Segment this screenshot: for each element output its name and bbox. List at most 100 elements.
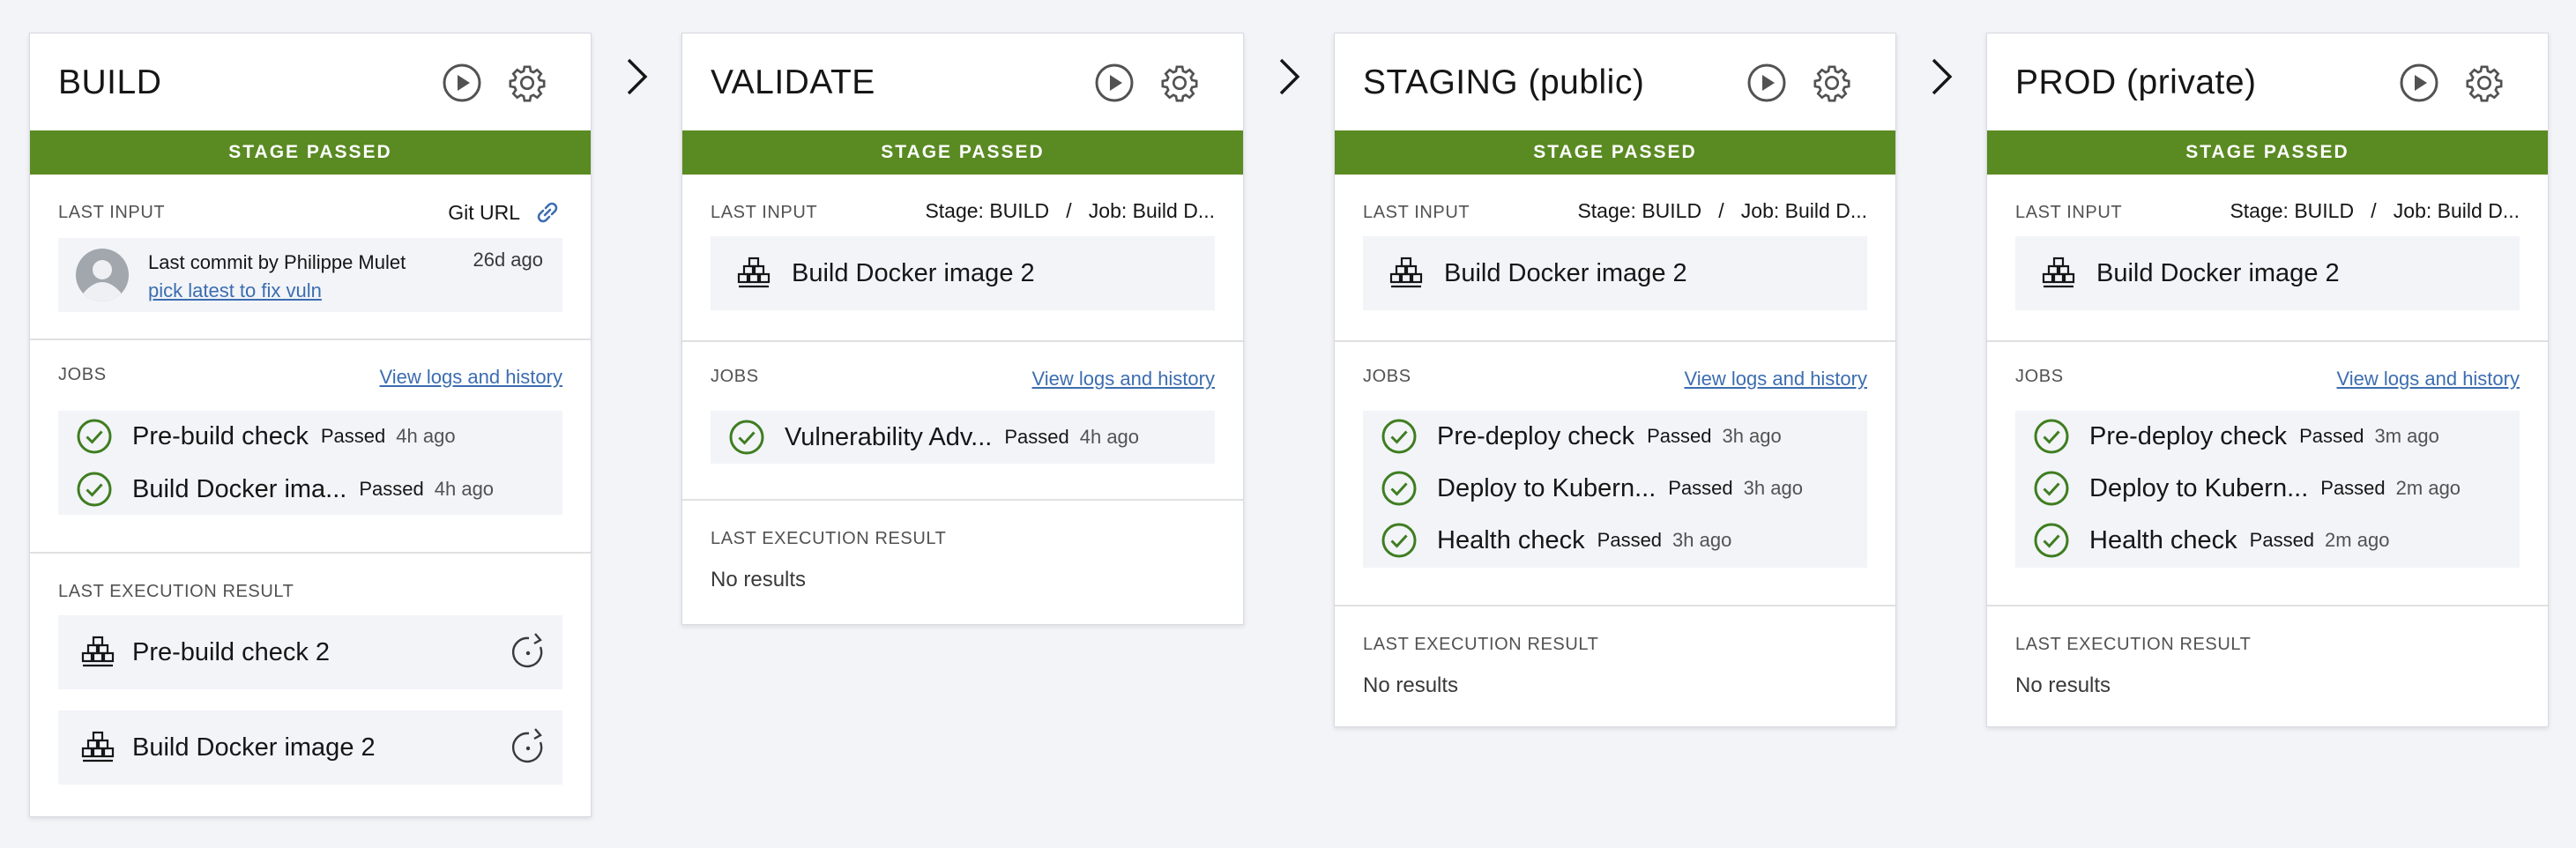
job-name: Pre-deploy check [2089,421,2288,450]
jobs-label: JOBS [2015,367,2064,386]
last-execution-label: LAST EXECUTION RESULT [1363,635,1599,654]
last-execution-label: LAST EXECUTION RESULT [711,529,947,548]
jobs-list: Pre-deploy check Passed 3m ago Deploy to… [2015,411,2520,568]
job-time: 4h ago [1079,426,1140,448]
stage-status-banner: STAGE PASSED [1987,130,2548,175]
view-logs-link[interactable]: View logs and history [2337,368,2520,391]
job-time: 4h ago [434,478,495,500]
view-logs-link[interactable]: View logs and history [1685,368,1868,391]
no-results-text: No results [2015,673,2111,697]
run-stage-button[interactable] [2398,62,2440,104]
view-logs-link[interactable]: View logs and history [1032,368,1216,391]
input-item[interactable]: Build Docker image 2 [711,236,1215,310]
stage-status-banner: STAGE PASSED [682,130,1243,175]
stage-card-prod: PROD (private) STAGE PASSED LAST INPUT S… [1986,33,2549,727]
stage-card-staging: STAGING (public) STAGE PASSED LAST INPUT… [1334,33,1896,727]
stage-card-build: BUILD STAGE PASSED LAST INPUT Git URL La… [29,33,592,817]
stage-title: PROD (private) [2015,63,2257,101]
gear-icon [509,65,546,102]
job-row[interactable]: Pre-build check Passed 4h ago [76,411,456,462]
job-row[interactable]: Pre-deploy check Passed 3h ago [1381,411,1782,462]
job-time: 3h ago [1743,477,1803,499]
jobs-label: JOBS [1363,367,1411,386]
job-row[interactable]: Deploy to Kubern... Passed 3h ago [1381,463,1803,514]
job-name: Deploy to Kubern... [1437,473,1657,502]
run-stage-button[interactable] [1746,62,1788,104]
configure-stage-button[interactable] [506,62,548,104]
check-circle-icon [729,420,764,455]
result-name: Build Docker image 2 [132,733,376,762]
result-item[interactable]: Build Docker image 2 [58,710,562,785]
no-results-text: No results [1363,673,1459,697]
job-name: Health check [2089,525,2237,554]
jobs-section: JOBS View logs and history Pre-build che… [30,340,591,554]
stacked-blocks-icon [737,257,771,288]
job-name: Deploy to Kubern... [2089,473,2309,502]
play-icon [2400,63,2438,102]
avatar [76,249,129,301]
check-circle-icon [77,419,112,454]
stage-title: VALIDATE [711,63,875,101]
stage-title: BUILD [58,63,162,101]
job-row[interactable]: Deploy to Kubern... Passed 2m ago [2033,463,2461,514]
job-time: 4h ago [396,425,456,447]
git-url-link[interactable]: Git URL [448,199,562,226]
rerun-button[interactable] [508,726,548,771]
link-icon [537,202,558,223]
result-item[interactable]: Pre-build check 2 [58,615,562,689]
last-execution-label: LAST EXECUTION RESULT [58,582,294,601]
last-execution-section: LAST EXECUTION RESULT No results [682,501,1243,624]
job-name: Vulnerability Adv... [785,422,993,451]
stacked-blocks-icon [81,636,115,667]
job-status: Passed [2320,477,2386,499]
job-row[interactable]: Health check Passed 3h ago [1381,515,1731,566]
gear-icon [1813,65,1850,102]
job-name: Health check [1437,525,1585,554]
result-name: Pre-build check 2 [132,637,331,666]
input-item-name: Build Docker image 2 [1444,258,1687,287]
job-time: 3h ago [1672,529,1732,551]
job-row[interactable]: Health check Passed 2m ago [2033,515,2389,566]
configure-stage-button[interactable] [1811,62,1853,104]
stage-header: BUILD [30,33,591,130]
input-item[interactable]: Build Docker image 2 [1363,236,1867,310]
commit-info: Last commit by Philippe Mulet pick lates… [58,238,562,312]
job-row[interactable]: Pre-deploy check Passed 3m ago [2033,411,2439,462]
job-time: 3m ago [2374,425,2439,447]
run-stage-button[interactable] [1093,62,1135,104]
job-status: Passed [1597,529,1663,551]
last-execution-label: LAST EXECUTION RESULT [2015,635,2252,654]
check-circle-icon [2034,523,2069,558]
configure-stage-button[interactable] [1158,62,1201,104]
view-logs-link[interactable]: View logs and history [380,366,563,389]
job-row[interactable]: Vulnerability Adv... Passed 4h ago [728,412,1139,463]
pipeline-view: BUILD STAGE PASSED LAST INPUT Git URL La… [0,0,2576,848]
input-source: Stage: BUILD / Job: Build D... [2230,199,2520,222]
input-source: Git URL [448,200,520,224]
input-source: Stage: BUILD / Job: Build D... [1577,199,1867,222]
input-item[interactable]: Build Docker image 2 [2015,236,2520,310]
last-execution-section: LAST EXECUTION RESULT No results [1335,606,1895,730]
job-status: Passed [1647,425,1712,447]
job-time: 3h ago [1722,425,1782,447]
input-item-name: Build Docker image 2 [2096,258,2340,287]
stacked-blocks-icon [1389,257,1423,288]
job-time: 2m ago [2325,529,2390,551]
configure-stage-button[interactable] [2463,62,2505,104]
last-input-section: LAST INPUT Stage: BUILD / Job: Build D..… [1987,175,2548,342]
job-time: 2m ago [2395,477,2461,499]
last-input-section: LAST INPUT Stage: BUILD / Job: Build D..… [682,175,1243,342]
jobs-list: Pre-deploy check Passed 3h ago Deploy to… [1363,411,1867,568]
last-input-label: LAST INPUT [711,203,818,222]
commit-message-link[interactable]: pick latest to fix vuln [148,277,406,305]
jobs-section: JOBS View logs and history Pre-deploy ch… [1987,342,2548,606]
stage-card-validate: VALIDATE STAGE PASSED LAST INPUT Stage: … [681,33,1244,625]
run-stage-button[interactable] [441,62,483,104]
rerun-button[interactable] [508,631,548,676]
input-source: Stage: BUILD / Job: Build D... [925,199,1215,222]
job-row[interactable]: Build Docker ima... Passed 4h ago [76,464,494,515]
rerun-icon [511,633,543,668]
job-status: Passed [2249,529,2315,551]
gear-icon [1161,65,1198,102]
commit-author: Last commit by Philippe Mulet [148,251,406,273]
